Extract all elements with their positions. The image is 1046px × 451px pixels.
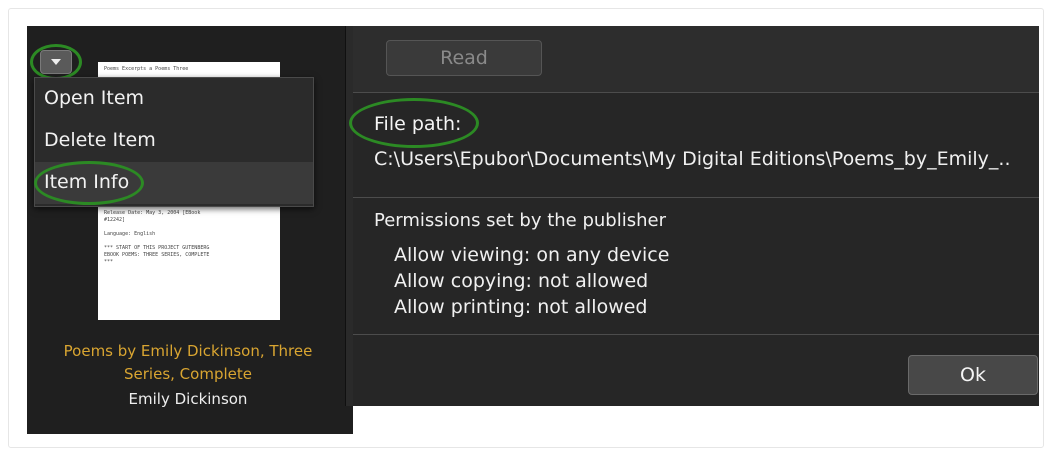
- item-menu-button[interactable]: [40, 50, 72, 74]
- thumbnail-line: Language: English: [104, 231, 156, 237]
- thumbnail-line: [104, 224, 274, 231]
- thumbnail-text-top: Poems Excerpts a Poems Three: [104, 66, 274, 73]
- thumbnail-line: #12242]: [104, 217, 126, 223]
- file-path-value: C:\Users\Epubor\Documents\My Digital Edi…: [374, 148, 1011, 170]
- read-button[interactable]: Read: [386, 40, 542, 76]
- thumbnail-line: Release Date: May 3, 2004 [EBook: [104, 210, 201, 216]
- ok-button[interactable]: Ok: [908, 355, 1038, 395]
- file-path-section: File path: C:\Users\Epubor\Documents\My …: [353, 93, 1039, 198]
- permission-copying: Allow copying: not allowed: [394, 270, 649, 292]
- item-context-menu: Open Item Delete Item Item Info: [34, 77, 314, 207]
- file-path-label: File path:: [374, 113, 462, 135]
- permissions-list: Allow viewing: on any device Allow copyi…: [394, 242, 669, 320]
- permission-viewing: Allow viewing: on any device: [394, 244, 670, 266]
- menu-item-open[interactable]: Open Item: [35, 78, 313, 120]
- permissions-title: Permissions set by the publisher: [374, 210, 666, 231]
- permissions-section: Permissions set by the publisher Allow v…: [353, 198, 1039, 335]
- thumbnail-line: [104, 238, 274, 245]
- book-title[interactable]: Poems by Emily Dickinson, Three Series, …: [40, 340, 336, 386]
- bottom-strip: [353, 406, 1039, 434]
- thumbnail-line: *** START OF THIS PROJECT GUTENBERG: [104, 245, 210, 251]
- book-author: Emily Dickinson: [128, 390, 248, 408]
- info-toolbar: Read: [353, 26, 1039, 93]
- thumbnail-line: ***: [104, 259, 114, 265]
- thumbnail-line: Poems Excerpts a Poems Three: [104, 66, 189, 72]
- thumbnail-line: EBOOK POEMS: THREE SERIES, COMPLETE: [104, 252, 210, 258]
- triangle-down-icon: [51, 59, 61, 65]
- menu-item-delete[interactable]: Delete Item: [35, 120, 313, 162]
- permission-printing: Allow printing: not allowed: [394, 296, 648, 318]
- menu-item-info[interactable]: Item Info: [35, 162, 313, 204]
- thumbnail-text-body: Release Date: May 3, 2004 [EBook #12242]…: [104, 210, 274, 266]
- item-info-panel: Read File path: C:\Users\Epubor\Document…: [353, 26, 1039, 406]
